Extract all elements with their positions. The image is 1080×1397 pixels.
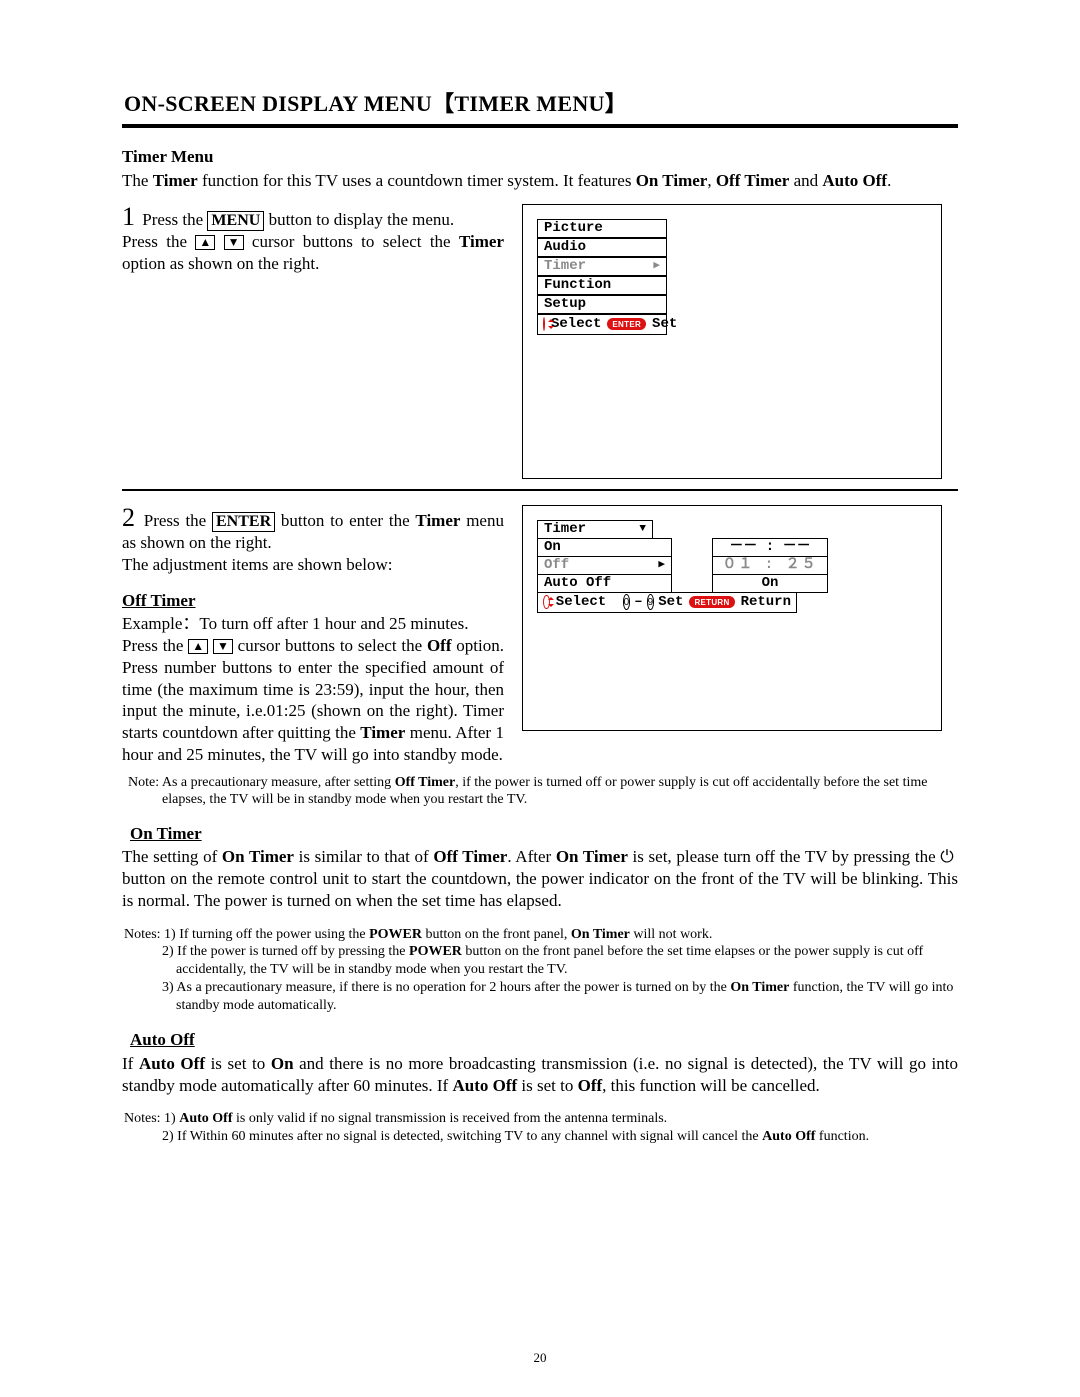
up-arrow-icon: ▲ xyxy=(195,235,215,250)
up-arrow-icon: ▲ xyxy=(188,639,208,654)
off-timer-body: Press the ▲ ▼ cursor buttons to select t… xyxy=(122,635,504,766)
nine-icon: 9 xyxy=(647,594,655,610)
timer-header: Timer▼ xyxy=(537,520,653,539)
zero-icon: 0 xyxy=(623,594,631,610)
menu-item-setup: Setup xyxy=(537,295,667,314)
nav-icon xyxy=(543,317,545,331)
enter-pill-icon: ENTER xyxy=(607,318,646,330)
off-timer-example: Example：To turn off after 1 hour and 25 … xyxy=(122,613,504,635)
note-off-timer: Note: As a precautionary measure, after … xyxy=(162,774,958,809)
on-timer-title: On Timer xyxy=(130,823,958,845)
down-arrow-icon: ▼ xyxy=(224,235,244,250)
menu-item-audio: Audio xyxy=(537,238,667,257)
menu-item-timer: Timer▶ xyxy=(537,257,667,276)
notes-auto-off: Notes: 1) Auto Off is only valid if no s… xyxy=(122,1110,958,1146)
subheading-timer-menu: Timer Menu xyxy=(122,146,958,168)
osd-timer-menu: Timer▼ On －－ : －－ Off▶ ０１ : ２５ Auto Off … xyxy=(522,505,942,731)
nav-icon xyxy=(543,595,550,609)
auto-off-body: If Auto Off is set to On and there is no… xyxy=(122,1053,958,1097)
notes-on-timer: Notes: 1) If turning off the power using… xyxy=(122,926,958,1016)
timer-row-on: On xyxy=(537,538,672,557)
on-timer-body: The setting of On Timer is similar to th… xyxy=(122,846,958,911)
menu-item-function: Function xyxy=(537,276,667,295)
timer-row-autooff: Auto Off xyxy=(537,574,672,593)
timer-off-value: ０１ : ２５ xyxy=(712,556,828,575)
menu-item-picture: Picture xyxy=(537,219,667,238)
page-number: 20 xyxy=(0,1350,1080,1367)
down-arrow-icon: ▼ xyxy=(639,520,646,539)
page-title: ON-SCREEN DISPLAY MENU【TIMER MENU】 xyxy=(124,90,958,118)
timer-row-off: Off▶ xyxy=(537,556,672,575)
osd-status-bar-2: Select 0–9 Set RETURNReturn xyxy=(537,592,797,613)
osd-main-menu: Picture Audio Timer▶ Function Setup Sele… xyxy=(522,204,942,479)
divider xyxy=(122,489,958,491)
step-1-text: 1 Press the MENU button to display the m… xyxy=(122,204,504,275)
right-arrow-icon: ▶ xyxy=(653,257,660,276)
auto-off-title: Auto Off xyxy=(130,1029,958,1051)
divider xyxy=(122,124,958,128)
power-icon: ⏻ xyxy=(940,847,958,866)
timer-autooff-value: On xyxy=(712,574,828,593)
off-timer-title: Off Timer xyxy=(122,590,504,612)
step-2-row: 2 Press the ENTER button to enter the Ti… xyxy=(122,505,958,766)
osd-status-bar: Select ENTERSet xyxy=(537,314,667,335)
down-arrow-icon: ▼ xyxy=(213,639,233,654)
intro-text: The Timer function for this TV uses a co… xyxy=(122,170,958,192)
step-2-text: 2 Press the ENTER button to enter the Ti… xyxy=(122,505,504,766)
return-pill-icon: RETURN xyxy=(689,596,734,608)
right-arrow-icon: ▶ xyxy=(658,556,665,575)
timer-on-value: －－ : －－ xyxy=(712,538,828,557)
step-1-row: 1 Press the MENU button to display the m… xyxy=(122,204,958,479)
